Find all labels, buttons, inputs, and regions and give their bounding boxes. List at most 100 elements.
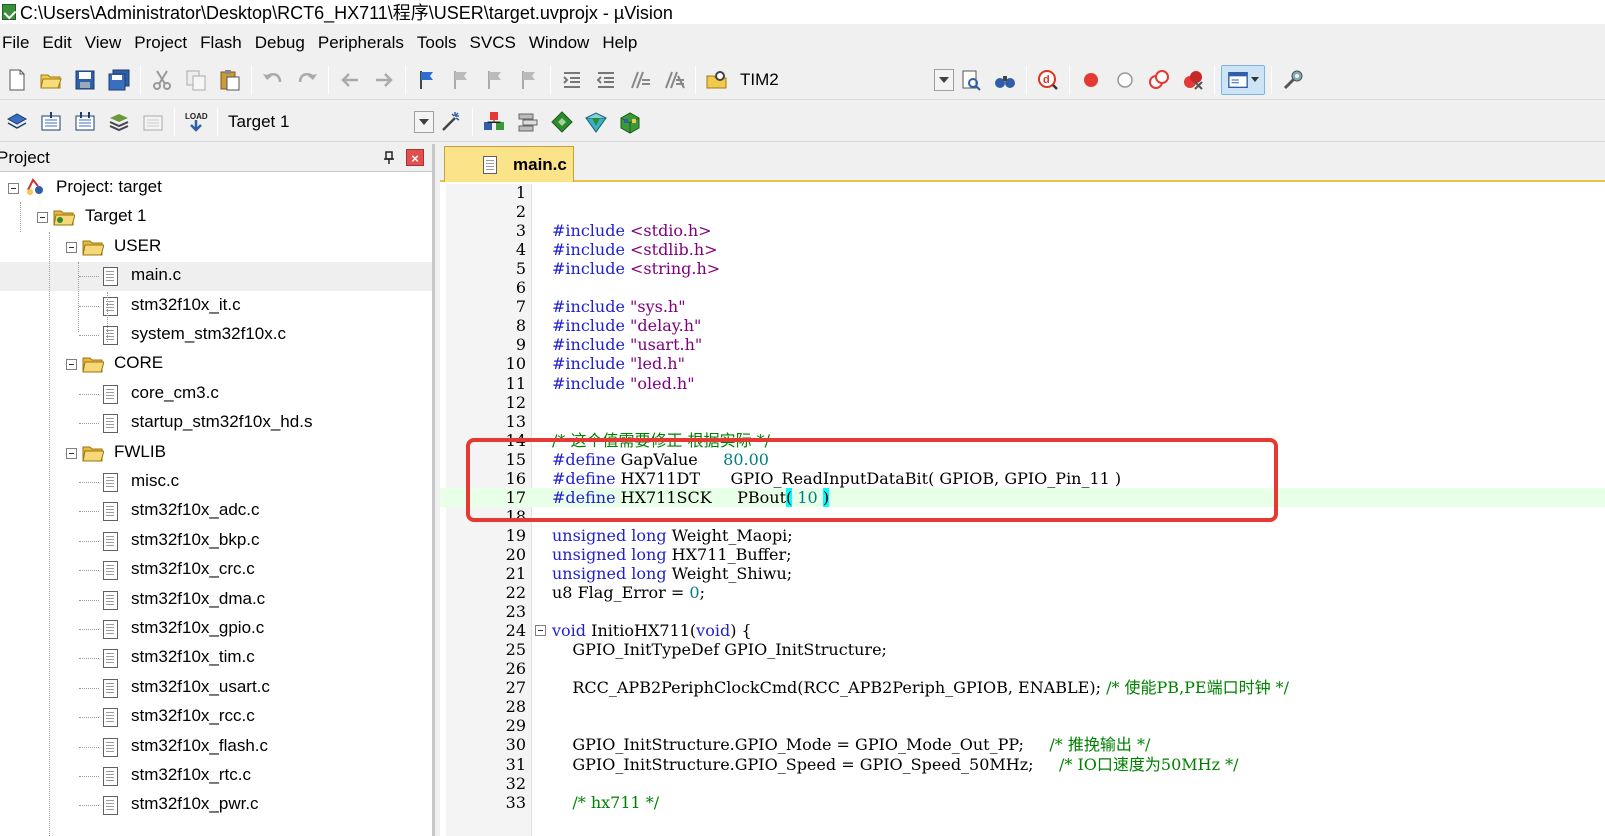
close-icon[interactable]: × xyxy=(406,149,424,166)
code-line[interactable]: 21 unsigned long Weight_Shiwu; xyxy=(440,564,1605,583)
menu-file[interactable]: File xyxy=(0,33,40,53)
uncomment-button[interactable] xyxy=(659,65,689,95)
open-file-button[interactable] xyxy=(36,65,66,95)
code-line[interactable]: 3 #include <stdio.h> xyxy=(440,221,1605,240)
menu-tools[interactable]: Tools xyxy=(415,33,468,53)
code-line[interactable]: 31 GPIO_InitStructure.GPIO_Speed = GPIO_… xyxy=(440,755,1605,774)
save-all-button[interactable] xyxy=(104,65,134,95)
tree-group-item[interactable]: CORE xyxy=(0,350,432,379)
code-line[interactable]: 26 xyxy=(440,659,1605,678)
collapse-toggle-icon[interactable] xyxy=(37,212,48,224)
stop-build-button[interactable] xyxy=(138,107,168,137)
code-line[interactable]: 19 unsigned long Weight_Maopi; xyxy=(440,526,1605,545)
code-line[interactable]: 14 /* 这个值需要修正 根据实际 */ xyxy=(440,431,1605,450)
tree-group-item[interactable]: FWLIB xyxy=(0,439,432,468)
manage-rte-button[interactable] xyxy=(547,107,577,137)
bookmark-button[interactable] xyxy=(412,65,442,95)
pin-icon[interactable] xyxy=(382,150,396,164)
code-line[interactable]: 16 #define HX711DT GPIO_ReadInputDataBit(… xyxy=(440,469,1605,488)
select-packs-button[interactable] xyxy=(513,107,543,137)
save-button[interactable] xyxy=(70,65,100,95)
chevron-down-icon[interactable] xyxy=(414,110,434,133)
paste-button[interactable] xyxy=(215,65,245,95)
fold-toggle-icon[interactable] xyxy=(535,625,546,637)
menu-help[interactable]: Help xyxy=(600,33,648,53)
code-line[interactable]: 13 xyxy=(440,412,1605,431)
tree-file-item[interactable]: stm32f10x_it.c xyxy=(0,292,432,321)
download-button[interactable]: LOAD xyxy=(181,107,211,137)
insert-breakpoint-button[interactable] xyxy=(1076,65,1106,95)
code-line[interactable]: 10 #include "led.h" xyxy=(440,354,1605,373)
new-file-button[interactable] xyxy=(2,65,32,95)
tree-file-item[interactable]: stm32f10x_crc.c xyxy=(0,556,432,585)
kill-all-breakpoints-button[interactable] xyxy=(1178,65,1208,95)
code-line[interactable]: 18 xyxy=(440,507,1605,526)
collapse-toggle-icon[interactable] xyxy=(66,241,77,253)
code-line[interactable]: 12 xyxy=(440,393,1605,412)
tree-file-item[interactable]: core_cm3.c xyxy=(0,380,432,409)
tree-file-item[interactable]: system_stm32f10x.c xyxy=(0,321,432,350)
tree-file-item[interactable]: stm32f10x_bkp.c xyxy=(0,527,432,556)
unindent-button[interactable] xyxy=(591,65,621,95)
menu-flash[interactable]: Flash xyxy=(198,33,253,53)
redo-button[interactable] xyxy=(292,65,322,95)
pack-installer-button[interactable] xyxy=(581,107,611,137)
translate-button[interactable] xyxy=(2,107,32,137)
code-line[interactable]: 23 xyxy=(440,602,1605,621)
target-select[interactable]: Target 1 xyxy=(222,107,434,136)
target-options-button[interactable] xyxy=(436,107,466,137)
code-line[interactable]: 24 void InitioHX711(void) { xyxy=(440,621,1605,640)
menu-project[interactable]: Project xyxy=(132,33,198,53)
software-packs-button[interactable] xyxy=(615,107,645,137)
tree-file-item[interactable]: stm32f10x_rtc.c xyxy=(0,762,432,791)
disable-all-breakpoints-button[interactable] xyxy=(1144,65,1174,95)
navigate-back-button[interactable] xyxy=(335,65,365,95)
tree-file-item[interactable]: stm32f10x_tim.c xyxy=(0,644,432,673)
menu-peripherals[interactable]: Peripherals xyxy=(316,33,415,53)
menu-window[interactable]: Window xyxy=(527,33,600,53)
menu-view[interactable]: View xyxy=(83,33,133,53)
code-line[interactable]: 4 #include <stdlib.h> xyxy=(440,240,1605,259)
tree-target-item[interactable]: Target 1 xyxy=(0,203,432,232)
tree-file-item[interactable]: stm32f10x_adc.c xyxy=(0,497,432,526)
code-line[interactable]: 29 xyxy=(440,716,1605,735)
code-line[interactable]: 28 xyxy=(440,697,1605,716)
comment-button[interactable] xyxy=(625,65,655,95)
configure-button[interactable] xyxy=(1278,65,1308,95)
code-line[interactable]: 5 #include <string.h> xyxy=(440,259,1605,278)
tree-file-item[interactable]: stm32f10x_rcc.c xyxy=(0,703,432,732)
window-layout-button[interactable] xyxy=(1221,64,1265,95)
collapse-toggle-icon[interactable] xyxy=(66,359,77,371)
navigate-forward-button[interactable] xyxy=(369,65,399,95)
code-line[interactable]: 32 xyxy=(440,774,1605,793)
code-line[interactable]: 27 RCC_APB2PeriphClockCmd(RCC_APB2Periph… xyxy=(440,678,1605,697)
tree-file-item[interactable]: main.c xyxy=(0,262,432,292)
code-line[interactable]: 25 GPIO_InitTypeDef GPIO_InitStructure; xyxy=(440,640,1605,659)
tree-group-item[interactable]: USER xyxy=(0,233,432,262)
enable-breakpoint-button[interactable] xyxy=(1110,65,1140,95)
code-line[interactable]: 11 #include "oled.h" xyxy=(440,374,1605,393)
incremental-find-button[interactable] xyxy=(990,65,1020,95)
tree-project-item[interactable]: Project: target xyxy=(0,174,432,203)
code-line[interactable]: 1 xyxy=(440,183,1605,202)
build-button[interactable] xyxy=(36,107,66,137)
tab-main-c[interactable]: main.c xyxy=(444,146,574,182)
undo-button[interactable] xyxy=(258,65,288,95)
code-line[interactable]: 9 #include "usart.h" xyxy=(440,335,1605,354)
code-line[interactable]: 7 #include "sys.h" xyxy=(440,297,1605,316)
code-line[interactable]: 22 u8 Flag_Error = 0; xyxy=(440,583,1605,602)
tree-file-item[interactable]: stm32f10x_pwr.c xyxy=(0,791,432,820)
collapse-toggle-icon[interactable] xyxy=(8,183,19,194)
tree-file-item[interactable]: stm32f10x_flash.c xyxy=(0,733,432,762)
find-in-files-button[interactable] xyxy=(702,65,732,95)
chevron-down-icon[interactable] xyxy=(934,68,954,91)
code-line[interactable]: 6 xyxy=(440,278,1605,297)
indent-button[interactable] xyxy=(557,65,587,95)
find-button[interactable] xyxy=(956,65,986,95)
cut-button[interactable] xyxy=(147,65,177,95)
code-editor[interactable]: 1 2 3 #include <stdio.h> 4 #include <stdlib.h… xyxy=(440,183,1605,836)
tree-file-item[interactable]: stm32f10x_usart.c xyxy=(0,674,432,703)
tree-file-item[interactable]: stm32f10x_gpio.c xyxy=(0,615,432,644)
menu-edit[interactable]: Edit xyxy=(40,33,82,53)
code-line[interactable]: 30 GPIO_InitStructure.GPIO_Mode = GPIO_M… xyxy=(440,735,1605,754)
